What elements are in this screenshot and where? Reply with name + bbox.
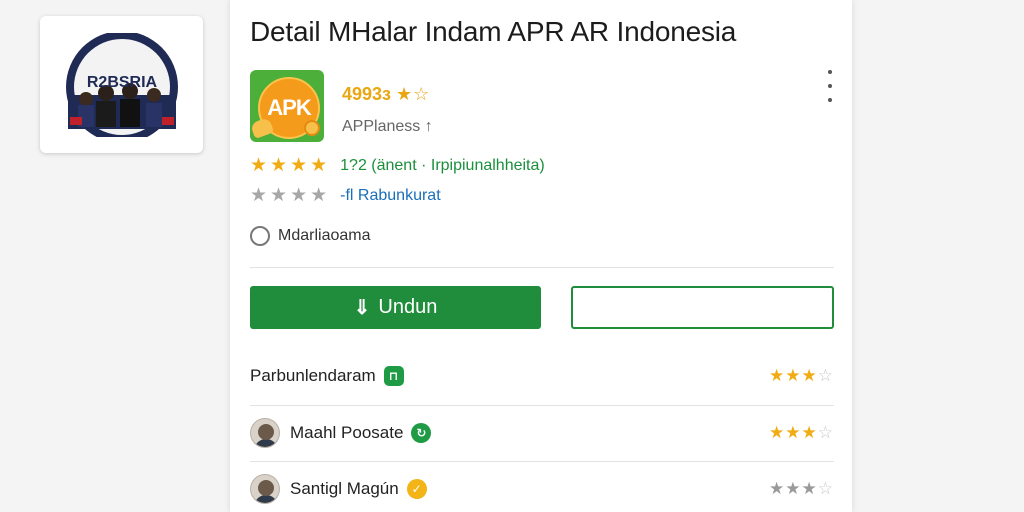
radio-option[interactable]: Mdarliaoama (250, 226, 370, 246)
review-author: Maahl Poosate (290, 423, 404, 442)
review-badge-icon: ↻ (411, 423, 432, 443)
radio-button[interactable] (250, 226, 270, 246)
star-rating-gray: ★★★★ (250, 185, 331, 206)
brand-logo-card[interactable]: R2BSRIA (40, 16, 203, 153)
radio-label: Mdarliaoama (278, 227, 371, 244)
rating-secondary-row: ★★★★ -fl Rabunkurat (250, 184, 441, 207)
rating-summary-row: ★★★★ 1?2 (änent · Irpipiunalhheita) (250, 154, 545, 177)
svg-text:R2BSRIA: R2BSRIA (86, 74, 157, 91)
brand-logo: R2BSRIA (65, 32, 178, 137)
download-button[interactable]: ⇓ Undun (250, 286, 541, 329)
gear-icon (304, 120, 320, 136)
download-icon: ⇓ (353, 297, 371, 319)
app-rating-text: 4993з (342, 84, 391, 104)
review-row[interactable]: Santigl Magún ✓ ★★★☆ (250, 469, 834, 509)
star-rating-gold: ★★★★ (250, 155, 331, 176)
app-icon[interactable]: APK (250, 70, 324, 142)
review-author: Parbunlendaram (250, 366, 376, 385)
review-row[interactable]: Maahl Poosate ↻ ★★★☆ (250, 413, 834, 453)
review-author: Santigl Magún (290, 479, 399, 498)
secondary-link[interactable]: -fl Rabunkurat (340, 187, 441, 205)
avatar (250, 474, 280, 504)
review-stars: ★★★☆ (769, 479, 834, 498)
review-badge-icon: ⊓ (383, 366, 404, 386)
app-subtitle: APPlaness ↑ (342, 118, 433, 135)
page-title: Detail MHalar Indam APR AR Indonesia (250, 16, 737, 47)
secondary-button[interactable] (571, 286, 834, 329)
review-stars: ★★★☆ (769, 366, 834, 385)
kebab-icon[interactable] (820, 70, 840, 102)
app-rating: 4993з ★☆ (342, 84, 430, 105)
rating-summary-text[interactable]: 1?2 (änent · Irpipiunalhheita) (340, 157, 545, 175)
app-rating-stars: ★☆ (396, 84, 431, 104)
download-button-label: Undun (378, 296, 438, 318)
divider (250, 405, 834, 406)
review-stars: ★★★☆ (769, 423, 834, 442)
review-row[interactable]: Parbunlendaram ⊓ ★★★☆ (250, 356, 834, 396)
divider (250, 461, 834, 462)
app-detail-panel: Detail MHalar Indam APR AR Indonesia APK… (230, 0, 852, 512)
divider (250, 267, 834, 268)
avatar (250, 418, 280, 448)
verified-badge-icon: ✓ (406, 479, 427, 499)
